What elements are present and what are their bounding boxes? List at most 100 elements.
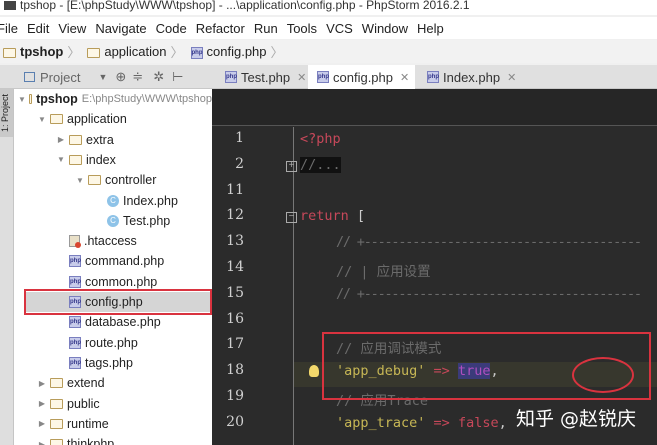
project-tree: ▼ tpshop E:\phpStudy\WWW\tpshop ▼ applicatio… [14,89,212,445]
collapsed-arrow-icon[interactable]: ▶ [37,419,47,428]
breadcrumb-item[interactable]: php config.php [188,44,267,59]
tab-label: Test.php [241,69,291,85]
tree-label: command.php [85,254,165,269]
php-file-icon: php [69,356,81,369]
menu-refactor[interactable]: Refactor [196,21,245,36]
code-token: // +------------------------------------… [336,285,642,302]
tree-item[interactable]: C Index.php [14,191,212,211]
tab-bar: Project ▼ ⊕ ≑ ✲ ⊢ php Test.php ✕ php config.… [0,65,657,89]
menu-tools[interactable]: Tools [287,21,317,36]
breadcrumb-item[interactable]: application [84,44,167,59]
tab-index-php[interactable]: php Index.php ✕ [418,65,522,89]
expanded-arrow-icon[interactable]: ▼ [56,155,66,164]
menu-file[interactable]: File [0,21,18,36]
menu-run[interactable]: Run [254,21,278,36]
tree-label: extra [86,132,114,147]
folder-icon [50,418,63,429]
tree-item[interactable]: ▶ public [14,394,212,414]
close-icon[interactable]: ✕ [297,71,306,84]
tree-item[interactable]: C Test.php [14,211,212,231]
code-token: 'app_trace' [336,414,426,431]
fold-expand-icon[interactable]: + [286,160,297,172]
collapsed-arrow-icon[interactable]: ▶ [37,379,47,388]
project-icon [24,72,35,82]
menu-code[interactable]: Code [156,21,187,36]
tree-item[interactable]: php route.php [14,333,212,353]
tree-item[interactable]: .htaccess [14,231,212,251]
tab-config-php[interactable]: php config.php ✕ [308,65,416,89]
window-title: tpshop - [E:\phpStudy\WWW\tpshop] - ...\… [20,0,470,12]
code-token: <?php [300,131,341,147]
lightbulb-icon[interactable] [309,365,319,377]
tree-item[interactable]: php command.php [14,251,212,271]
gear-icon[interactable]: ✲ [153,69,164,85]
tree-label: route.php [85,335,138,350]
expanded-arrow-icon[interactable]: ▼ [37,115,47,124]
tree-item[interactable]: ▼ application [14,109,212,129]
menu-navigate[interactable]: Navigate [95,21,146,36]
expanded-arrow-icon[interactable]: ▼ [75,176,85,185]
php-file-icon: php [317,71,329,83]
watermark: 知乎 @赵锐庆 [516,408,637,430]
tree-label: thinkphp [67,437,115,445]
close-icon[interactable]: ✕ [400,71,409,84]
breadcrumb-separator-icon: 〉 [67,45,81,60]
line-number: 19 [226,388,244,404]
folder-icon [3,47,16,58]
tree-label: runtime [67,416,109,431]
collapsed-arrow-icon[interactable]: ▶ [56,135,66,144]
scroll-from-source-icon[interactable]: ⊕ [115,69,126,85]
hide-panel-icon[interactable]: ⊢ [172,69,183,85]
breadcrumb-separator-icon: 〉 [270,45,284,60]
line-number: 15 [226,284,244,301]
php-file-icon: php [190,46,203,59]
window-title-bar: tpshop - [E:\phpStudy\WWW\tpshop] - ...\… [0,0,657,15]
tree-item[interactable]: ▶ runtime [14,414,212,434]
menu-edit[interactable]: Edit [27,21,49,36]
breadcrumb: tpshop 〉 application 〉 php config.php 〉 [0,40,657,63]
line-number: 2 [235,155,244,172]
tree-item[interactable]: ▶ extend [14,373,212,393]
php-file-icon: php [69,255,81,268]
tree-item[interactable]: ▼ tpshop E:\phpStudy\WWW\tpshop [14,89,212,109]
breadcrumb-item[interactable]: tpshop [0,44,63,59]
php-file-icon: php [69,336,81,349]
tree-item[interactable]: ▼ index [14,150,212,170]
tree-item[interactable]: ▼ controller [14,170,212,190]
tree-item[interactable]: ▶ extra [14,130,212,150]
breadcrumb-label: application [104,44,167,59]
code-line: return [ [300,208,365,224]
tree-item[interactable]: ▶ thinkphp [14,434,212,445]
collapse-all-icon[interactable]: ≑ [132,69,143,85]
folder-icon [87,47,101,58]
code-line: // | 应用设置 [336,260,431,280]
project-tool-button[interactable]: 1: Project [0,89,13,137]
menu-window[interactable]: Window [362,21,408,36]
htaccess-icon [69,235,81,249]
tree-item[interactable]: php tags.php [14,353,212,373]
menu-vcs[interactable]: VCS [326,21,353,36]
fold-collapse-icon[interactable]: − [286,212,297,224]
menu-help[interactable]: Help [417,21,444,36]
collapsed-arrow-icon[interactable]: ▶ [37,399,47,408]
expanded-arrow-icon[interactable]: ▼ [18,95,26,104]
tree-label: Index.php [123,193,178,208]
tab-label: Index.php [443,69,501,85]
tree-item[interactable]: php database.php [14,312,212,332]
class-icon: C [107,214,119,227]
annotation-box-config [24,289,212,315]
php-file-icon: php [427,71,439,83]
annotation-circle-true [572,357,634,393]
folder-icon [50,114,63,125]
collapsed-arrow-icon[interactable]: ▶ [37,440,47,445]
dropdown-icon[interactable]: ▼ [98,72,107,82]
tab-test-php[interactable]: php Test.php ✕ [216,65,312,89]
project-panel-header[interactable]: Project ▼ ⊕ ≑ ✲ ⊢ [18,65,206,89]
code-line: <?php [300,131,341,147]
folder-icon [69,154,82,165]
menu-view[interactable]: View [58,21,86,36]
folder-icon [69,134,82,145]
code-line: //... [300,156,341,173]
line-number: 11 [226,181,244,198]
close-icon[interactable]: ✕ [507,71,516,84]
